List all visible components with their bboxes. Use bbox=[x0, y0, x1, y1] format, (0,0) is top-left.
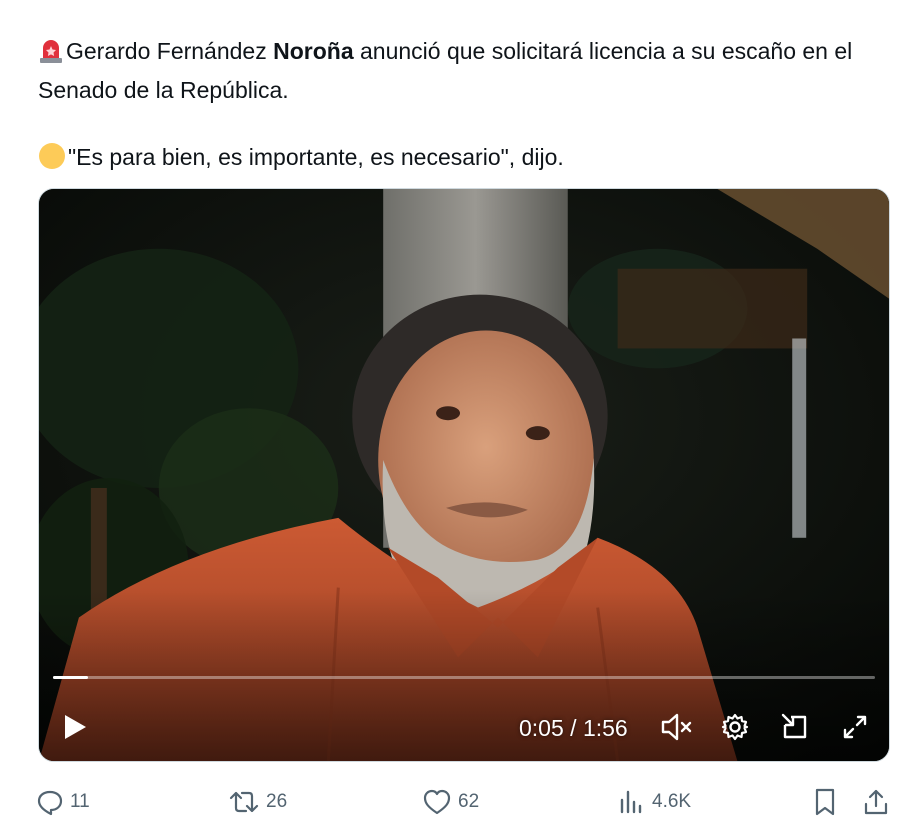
mute-icon bbox=[661, 713, 692, 741]
settings-icon bbox=[721, 713, 749, 741]
like-button[interactable]: 62 bbox=[422, 782, 479, 822]
reply-button[interactable]: 11 bbox=[36, 782, 90, 822]
settings-button[interactable] bbox=[715, 707, 755, 747]
tweet-text-quote: "Es para bien, es importante, es necesar… bbox=[68, 144, 564, 170]
bookmark-icon bbox=[815, 788, 835, 816]
tweet-text-line1-pre: Gerardo Fernández bbox=[66, 38, 274, 64]
views-icon bbox=[620, 790, 642, 814]
reply-count: 11 bbox=[70, 791, 90, 812]
tweet-actions: 11 26 62 4.6K bbox=[36, 782, 896, 822]
heart-icon bbox=[423, 789, 451, 815]
video-time-separator: / bbox=[563, 715, 583, 741]
bookmark-button[interactable] bbox=[812, 782, 844, 822]
police-light-icon bbox=[38, 38, 64, 73]
tweet-text: Gerardo Fernández Noroña anunció que sol… bbox=[38, 34, 898, 179]
tweet-text-bold-name: Noroña bbox=[273, 38, 354, 64]
picture-in-picture-button[interactable] bbox=[775, 707, 815, 747]
play-button[interactable] bbox=[57, 707, 93, 747]
retweet-icon bbox=[229, 791, 259, 813]
tweet-paragraph-1: Gerardo Fernández Noroña anunció que sol… bbox=[38, 34, 898, 107]
retweet-button[interactable]: 26 bbox=[228, 782, 287, 822]
reply-icon bbox=[37, 790, 63, 816]
fullscreen-button[interactable] bbox=[835, 707, 875, 747]
share-button[interactable] bbox=[862, 782, 896, 822]
video-duration: 1:56 bbox=[582, 715, 628, 741]
video-progress-fill bbox=[53, 676, 89, 679]
views-button[interactable]: 4.6K bbox=[618, 782, 691, 822]
share-icon bbox=[864, 789, 888, 815]
views-count: 4.6K bbox=[652, 791, 692, 812]
video-time: 0:05 / 1:56 bbox=[519, 715, 628, 742]
video-player[interactable]: 0:05 / 1:56 bbox=[38, 188, 890, 762]
fullscreen-icon bbox=[843, 715, 867, 739]
mute-button[interactable] bbox=[657, 707, 697, 747]
play-icon bbox=[65, 715, 86, 739]
like-count: 62 bbox=[458, 791, 480, 812]
video-current-time: 0:05 bbox=[519, 715, 564, 741]
picture-in-picture-icon bbox=[781, 713, 807, 739]
yellow-circle-icon bbox=[38, 142, 66, 179]
tweet-paragraph-2: "Es para bien, es importante, es necesar… bbox=[38, 140, 898, 179]
retweet-count: 26 bbox=[266, 791, 288, 812]
video-progress-bar[interactable] bbox=[53, 676, 875, 679]
